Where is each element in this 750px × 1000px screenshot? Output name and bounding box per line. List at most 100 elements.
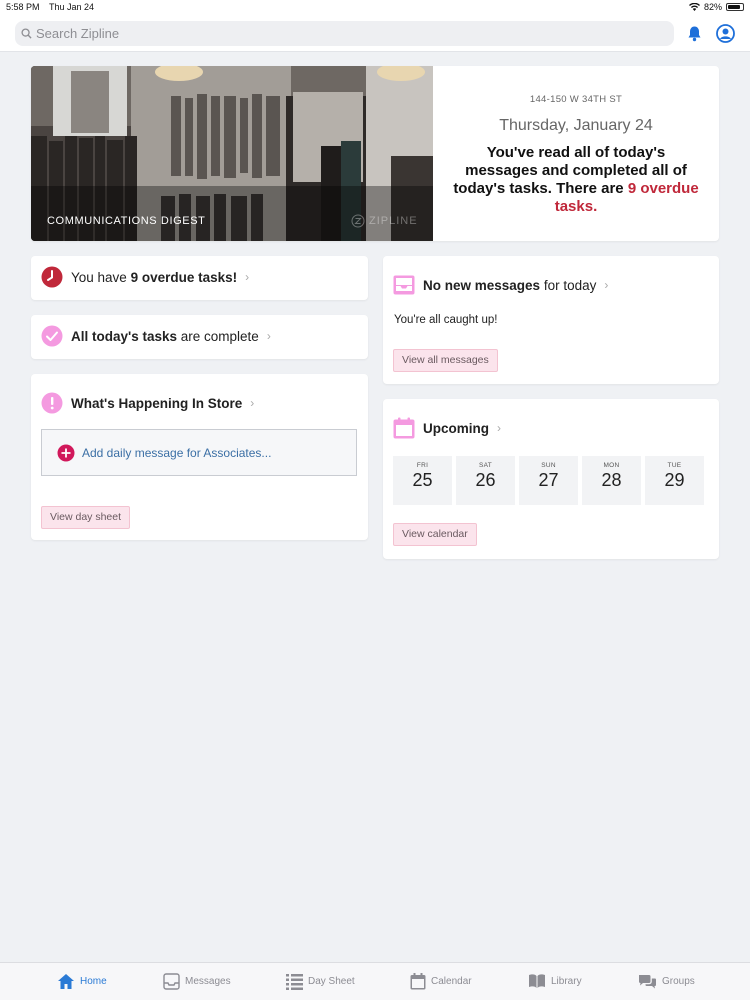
search-icon [21, 28, 32, 39]
overdue-tasks-card[interactable]: You have 9 overdue tasks! › [31, 256, 368, 300]
digest-caption: COMMUNICATIONS DIGEST [47, 215, 206, 227]
day-cell[interactable]: SAT 26 [456, 456, 515, 505]
exclamation-icon [41, 392, 63, 414]
overdue-count: 9 [130, 269, 139, 285]
tab-calendar-label: Calendar [431, 976, 472, 987]
tab-home[interactable]: Home [57, 973, 107, 990]
tab-day-sheet-label: Day Sheet [308, 976, 355, 987]
day-number: 28 [601, 470, 622, 490]
home-icon [58, 974, 74, 989]
day-weekday: SAT [478, 462, 493, 469]
overdue-prefix: You have [71, 269, 131, 285]
calendar-icon [393, 417, 415, 439]
plus-circle-icon [57, 444, 75, 461]
upcoming-header[interactable]: Upcoming › [393, 417, 501, 439]
wifi-icon [688, 3, 700, 11]
bell-icon[interactable] [686, 25, 703, 42]
tab-library-label: Library [551, 975, 582, 987]
complete-rest: are complete [177, 328, 259, 344]
inbox-icon [163, 973, 180, 990]
tab-messages-label: Messages [185, 976, 231, 987]
messages-title: No new messages for today [423, 278, 596, 293]
search-bar[interactable] [15, 21, 674, 46]
digest-date: Thursday, January 24 [499, 117, 653, 134]
day-weekday: SUN [541, 462, 556, 469]
day-number: 26 [475, 470, 496, 490]
whats-happening-card: What's Happening In Store › Add daily me… [31, 374, 368, 540]
digest-card[interactable]: COMMUNICATIONS DIGEST ZIPLINE 144-150 W … [31, 66, 719, 241]
clock-icon [41, 266, 63, 288]
store-address: 144-150 W 34TH ST [529, 94, 623, 105]
view-day-sheet-button[interactable]: View day sheet [41, 506, 131, 529]
add-daily-message-label: Add daily message for Associates... [82, 445, 272, 460]
chevron-right-icon: › [250, 396, 255, 410]
messages-title-rest: for today [540, 277, 597, 293]
battery-icon [726, 3, 744, 11]
upcoming-card: Upcoming › FRI 25 SAT 26 SUN 27 MON 28 TUE 29… [383, 399, 719, 559]
day-cell[interactable]: SUN 27 [519, 456, 578, 505]
tab-calendar[interactable]: Calendar [410, 973, 472, 990]
zipline-logo-icon [351, 214, 365, 228]
day-cell[interactable]: FRI 25 [393, 456, 452, 505]
happening-title-text: What's Happening In Store [71, 395, 243, 411]
messages-header[interactable]: No new messages for today › [393, 274, 608, 296]
inbox-icon [393, 274, 415, 296]
day-weekday: FRI [416, 462, 429, 469]
day-weekday: TUE [667, 462, 682, 469]
upcoming-days: FRI 25 SAT 26 SUN 27 MON 28 TUE 29 [393, 456, 704, 505]
zipline-logo-text: ZIPLINE [369, 215, 418, 227]
tab-library[interactable]: Library [528, 973, 582, 989]
calendar-icon [410, 973, 426, 990]
day-number: 29 [664, 470, 685, 490]
day-cell[interactable]: MON 28 [582, 456, 641, 505]
book-icon [529, 974, 545, 988]
happening-header[interactable]: What's Happening In Store › [41, 392, 254, 414]
happening-title: What's Happening In Store [71, 396, 242, 411]
digest-summary: 144-150 W 34TH ST Thursday, January 24 Y… [433, 66, 719, 241]
tab-bar: Home Messages Day Sheet Calendar Library… [0, 962, 750, 1000]
upcoming-title-text: Upcoming [423, 420, 489, 436]
chevron-right-icon: › [604, 278, 609, 292]
complete-bold: All today's tasks [71, 328, 178, 344]
messages-title-bold: No new messages [423, 277, 541, 293]
upcoming-title: Upcoming [423, 421, 489, 436]
store-photo: COMMUNICATIONS DIGEST ZIPLINE [31, 66, 433, 241]
overdue-label: You have 9 overdue tasks! [71, 270, 237, 285]
tab-messages[interactable]: Messages [163, 973, 231, 990]
status-time: 5:58 PM [6, 2, 40, 12]
messages-status: You're all caught up! [394, 314, 498, 326]
profile-icon[interactable] [716, 24, 735, 43]
overdue-row: You have 9 overdue tasks! › [41, 266, 249, 288]
complete-label: All today's tasks are complete [71, 329, 259, 344]
add-daily-message-button[interactable]: Add daily message for Associates... [41, 429, 357, 476]
tasks-complete-card[interactable]: All today's tasks are complete › [31, 315, 368, 359]
messages-card: No new messages for today › You're all c… [383, 256, 719, 384]
digest-message-end: . [593, 198, 598, 215]
checkmark-icon [41, 325, 63, 347]
view-calendar-button[interactable]: View calendar [393, 523, 477, 546]
status-date: Thu Jan 24 [49, 2, 95, 12]
tab-home-label: Home [80, 976, 107, 987]
chat-bubbles-icon [639, 975, 656, 989]
status-right: 82% [688, 2, 744, 12]
digest-message: You've read all of today's messages and … [453, 144, 699, 216]
day-weekday: MON [603, 462, 620, 469]
overdue-suffix: overdue tasks! [138, 269, 238, 285]
chevron-right-icon: › [245, 270, 250, 284]
chevron-right-icon: › [266, 329, 271, 343]
top-bar [0, 14, 750, 52]
complete-row: All today's tasks are complete › [41, 325, 271, 347]
tab-groups-label: Groups [662, 976, 695, 987]
status-bar: 5:58 PM Thu Jan 24 82% [0, 0, 750, 14]
day-number: 25 [412, 470, 433, 490]
day-cell[interactable]: TUE 29 [645, 456, 704, 505]
search-input[interactable] [36, 26, 636, 41]
battery-percent: 82% [703, 2, 722, 12]
day-number: 27 [538, 470, 559, 490]
chevron-right-icon: › [497, 421, 501, 435]
zipline-watermark: ZIPLINE [351, 214, 418, 228]
view-all-messages-button[interactable]: View all messages [393, 349, 498, 372]
tab-day-sheet[interactable]: Day Sheet [286, 973, 355, 990]
list-icon [286, 974, 303, 990]
tab-groups[interactable]: Groups [638, 973, 695, 990]
